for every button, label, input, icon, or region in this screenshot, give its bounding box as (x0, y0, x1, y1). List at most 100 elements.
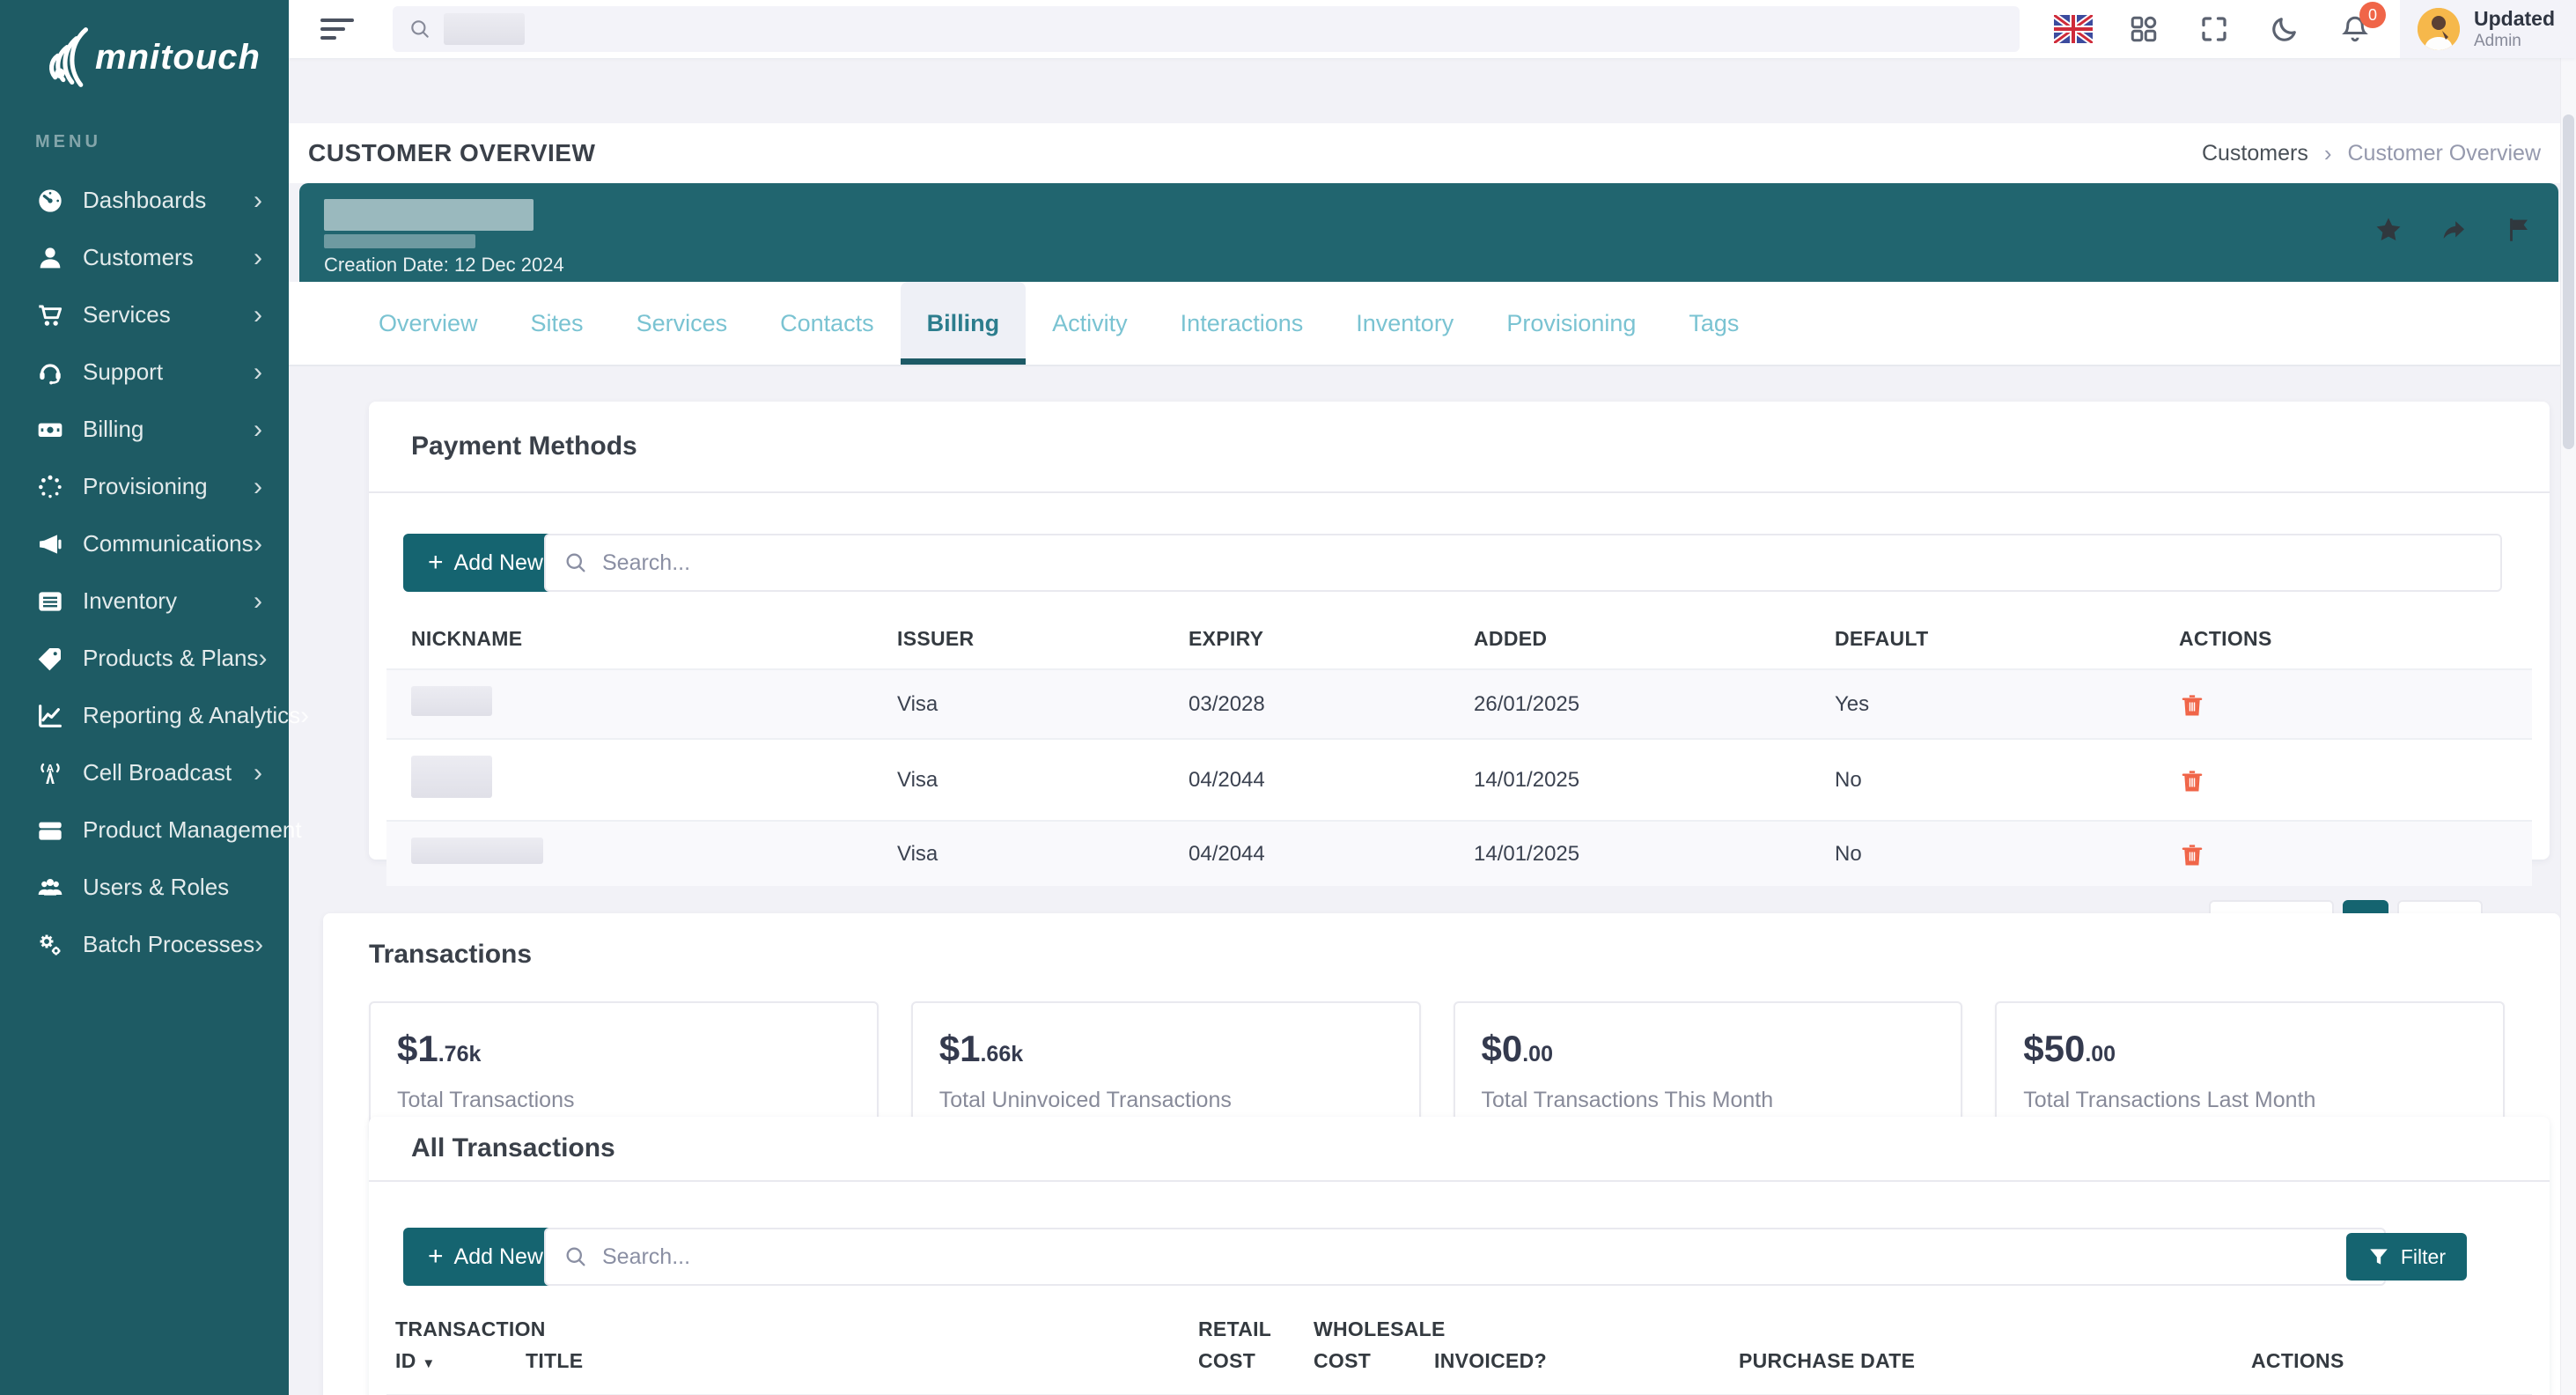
tag-icon (35, 644, 65, 674)
breadcrumb-current: Customer Overview (2348, 141, 2542, 166)
brand-logo: mnitouch (0, 0, 289, 92)
topbar: 0 Updated Admin (289, 0, 2576, 58)
all-transactions-card: All Transactions +Add New Filter TRANSAC… (369, 1117, 2550, 1395)
sidebar-item-reporting-analytics[interactable]: Reporting & Analytics› (0, 687, 289, 744)
col-wholesale-cost: WHOLESALE COST (1305, 1309, 1425, 1395)
transactions-title: Transactions (323, 913, 2560, 970)
plus-icon: + (428, 550, 444, 576)
tab-inventory[interactable]: Inventory (1329, 282, 1480, 365)
page-scrollbar[interactable] (2560, 0, 2576, 1395)
tab-sites[interactable]: Sites (504, 282, 610, 365)
sidebar-item-product-management[interactable]: Product Management (0, 801, 289, 859)
col-actions: ACTIONS (2170, 615, 2532, 669)
all-transactions-search-input[interactable] (602, 1244, 2366, 1270)
breadcrumb: Customers › Customer Overview (2202, 140, 2541, 167)
notifications-button[interactable]: 0 (2335, 9, 2375, 49)
payment-methods-search[interactable] (544, 534, 2502, 592)
chart-icon (35, 701, 65, 731)
sort-desc-icon: ▼ (422, 1356, 435, 1371)
dark-mode-button[interactable] (2264, 9, 2305, 49)
col-title: TITLE (517, 1309, 1189, 1395)
tab-overview[interactable]: Overview (352, 282, 504, 365)
col-added: ADDED (1465, 615, 1826, 669)
global-search[interactable] (393, 6, 2020, 52)
cart-icon (35, 300, 65, 330)
payment-methods-search-input[interactable] (602, 550, 2483, 576)
sidebar-item-dashboards[interactable]: Dashboards› (0, 172, 289, 229)
uk-flag-icon (2054, 15, 2093, 43)
users-icon (35, 873, 65, 903)
chevron-right-icon: › (254, 760, 262, 786)
col-issuer: ISSUER (888, 615, 1180, 669)
sidebar-item-cell-broadcast[interactable]: A Cell Broadcast› (0, 744, 289, 801)
col-actions: ACTIONS (2242, 1309, 2532, 1395)
customer-banner: Creation Date: 12 Dec 2024 (299, 183, 2558, 282)
sidebar-item-inventory[interactable]: Inventory› (0, 572, 289, 630)
flag-icon[interactable] (2504, 215, 2534, 245)
sidebar-item-support[interactable]: Support› (0, 343, 289, 401)
headset-icon (35, 358, 65, 388)
sidebar-item-batch-processes[interactable]: Batch Processes› (0, 916, 289, 973)
dashboard-icon (35, 186, 65, 216)
fullscreen-button[interactable] (2194, 9, 2234, 49)
sidebar-item-services[interactable]: Services› (0, 286, 289, 343)
add-transaction-button[interactable]: +Add New (403, 1228, 568, 1286)
redacted-nickname (411, 838, 543, 864)
tab-provisioning[interactable]: Provisioning (1480, 282, 1662, 365)
redacted-search-text (444, 13, 525, 45)
fullscreen-icon (2198, 13, 2230, 45)
payment-methods-table: NICKNAME ISSUER EXPIRY ADDED DEFAULT ACT… (386, 615, 2532, 886)
tab-activity[interactable]: Activity (1026, 282, 1154, 365)
chevron-right-icon: › (254, 932, 263, 958)
breadcrumb-customers[interactable]: Customers (2202, 141, 2308, 166)
scrollbar-thumb[interactable] (2563, 114, 2574, 449)
tab-interactions[interactable]: Interactions (1154, 282, 1330, 365)
user-role: Admin (2474, 32, 2555, 51)
chevron-right-icon: › (254, 474, 262, 500)
tab-billing[interactable]: Billing (901, 282, 1027, 365)
table-row: Visa 04/2044 14/01/2025 No (386, 739, 2532, 821)
loader-icon (35, 472, 65, 502)
sidebar-item-communications[interactable]: Communications› (0, 515, 289, 572)
all-transactions-table: TRANSACTION ID ▼ TITLE RETAIL COST WHOLE… (386, 1309, 2532, 1395)
warehouse-icon (35, 587, 65, 616)
chevron-right-icon: › (254, 302, 262, 328)
signal-arcs-icon (28, 23, 93, 92)
tab-contacts[interactable]: Contacts (754, 282, 901, 365)
sidebar-item-products-plans[interactable]: Products & Plans› (0, 630, 289, 687)
col-transaction-id[interactable]: TRANSACTION ID ▼ (386, 1309, 517, 1395)
user-menu[interactable]: Updated Admin (2400, 0, 2576, 58)
delete-icon[interactable] (2179, 766, 2205, 794)
table-row: Visa 03/2028 26/01/2025 Yes (386, 669, 2532, 739)
customer-tabs: Overview Sites Services Contacts Billing… (289, 282, 2576, 366)
share-icon[interactable] (2439, 215, 2469, 245)
chevron-right-icon: › (254, 245, 262, 271)
add-payment-method-button[interactable]: +Add New (403, 534, 568, 592)
tab-services[interactable]: Services (610, 282, 754, 365)
all-transactions-search[interactable] (544, 1228, 2386, 1286)
star-icon[interactable] (2374, 215, 2403, 245)
chevron-right-icon: › (254, 359, 262, 386)
sidebar-item-customers[interactable]: Customers› (0, 229, 289, 286)
col-default: DEFAULT (1826, 615, 2170, 669)
antenna-icon: A (35, 758, 65, 788)
menu-label: MENU (35, 132, 289, 152)
redacted-customer-subtext (324, 234, 475, 248)
apps-grid-button[interactable] (2123, 9, 2164, 49)
delete-icon[interactable] (2179, 690, 2205, 719)
redacted-customer-name (324, 199, 534, 231)
tab-tags[interactable]: Tags (1662, 282, 1765, 365)
payment-methods-card: Payment Methods +Add New NICKNAME ISSUER… (369, 402, 2550, 860)
customers-icon (35, 243, 65, 273)
language-flag-button[interactable] (2053, 9, 2094, 49)
hamburger-menu-icon[interactable] (320, 13, 354, 45)
sidebar-item-billing[interactable]: Billing› (0, 401, 289, 458)
global-search-input[interactable] (525, 17, 2004, 41)
filter-button[interactable]: Filter (2346, 1233, 2467, 1281)
chevron-right-icon: › (2324, 140, 2332, 167)
col-nickname: NICKNAME (386, 615, 888, 669)
sidebar-item-users-roles[interactable]: Users & Roles (0, 859, 289, 916)
user-name: Updated (2474, 7, 2555, 32)
delete-icon[interactable] (2179, 840, 2205, 868)
sidebar-item-provisioning[interactable]: Provisioning› (0, 458, 289, 515)
